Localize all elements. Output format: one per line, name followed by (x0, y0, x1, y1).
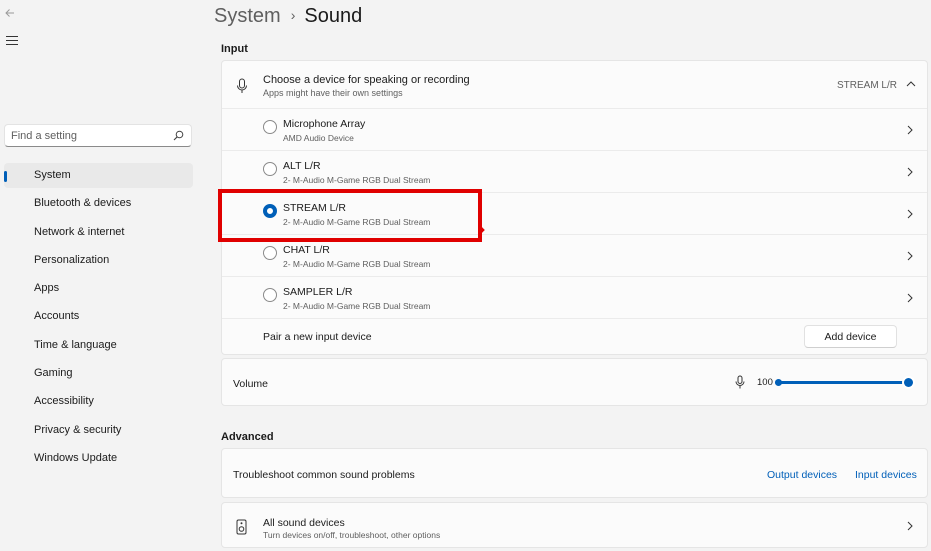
input-device-expander[interactable]: Choose a device for speaking or recordin… (222, 61, 927, 109)
chevron-right-icon[interactable] (907, 251, 913, 261)
input-header-title: Choose a device for speaking or recordin… (263, 74, 470, 86)
chevron-right-icon[interactable] (907, 209, 913, 219)
device-name: CHAT L/R (283, 244, 330, 256)
volume-label: Volume (233, 378, 269, 390)
search-box[interactable] (4, 124, 192, 147)
device-name: ALT L/R (283, 160, 321, 172)
device-description: AMD Audio Device (283, 133, 354, 143)
all-sound-devices-subtitle: Turn devices on/off, troubleshoot, other… (263, 530, 441, 540)
sidebar-item-apps[interactable]: Apps (4, 276, 193, 301)
volume-slider-fill (775, 381, 907, 384)
volume-value: 100 (757, 377, 773, 388)
input-devices-link[interactable]: Input devices (855, 469, 917, 481)
device-name: SAMPLER L/R (283, 286, 353, 298)
input-section-label: Input (221, 43, 248, 55)
sidebar-item-system[interactable]: System (4, 163, 193, 188)
speaker-icon (236, 519, 247, 535)
device-radio[interactable] (263, 288, 277, 302)
device-description: 2- M-Audio M-Game RGB Dual Stream (283, 175, 431, 185)
troubleshoot-label: Troubleshoot common sound problems (233, 469, 415, 481)
chevron-right-icon[interactable] (907, 125, 913, 135)
input-header-subtitle: Apps might have their own settings (263, 88, 403, 98)
sidebar-item-windows-update[interactable]: Windows Update (4, 446, 193, 471)
breadcrumb-separator-icon: › (290, 7, 296, 23)
all-sound-devices-card[interactable]: All sound devices Turn devices on/off, t… (221, 502, 928, 548)
search-icon[interactable] (173, 130, 184, 141)
sidebar-item-network-internet[interactable]: Network & internet (4, 220, 193, 245)
search-input[interactable] (5, 125, 165, 146)
output-devices-link[interactable]: Output devices (767, 469, 837, 481)
sidebar-nav: System Bluetooth & devices Network & int… (4, 163, 193, 474)
troubleshoot-card: Troubleshoot common sound problems Outpu… (221, 448, 928, 498)
device-description: 2- M-Audio M-Game RGB Dual Stream (283, 259, 431, 269)
device-radio[interactable] (263, 246, 277, 260)
input-device-row[interactable]: Microphone Array AMD Audio Device (222, 109, 927, 151)
advanced-section-label: Advanced (221, 431, 274, 443)
chevron-right-icon[interactable] (907, 167, 913, 177)
sidebar-item-gaming[interactable]: Gaming (4, 361, 193, 386)
breadcrumb: System › Sound (214, 2, 362, 31)
device-radio[interactable] (263, 120, 277, 134)
breadcrumb-parent[interactable]: System (214, 5, 281, 27)
chevron-right-icon[interactable] (907, 293, 913, 303)
add-device-button[interactable]: Add device (804, 325, 897, 348)
volume-slider-thumb[interactable] (904, 378, 913, 387)
volume-slider-start (775, 379, 782, 386)
page-title: Sound (304, 5, 363, 27)
sidebar-item-accounts[interactable]: Accounts (4, 304, 193, 329)
all-sound-devices-title: All sound devices (263, 517, 345, 529)
back-arrow-icon[interactable] (4, 6, 16, 20)
sidebar-item-privacy-security[interactable]: Privacy & security (4, 418, 193, 443)
device-radio[interactable] (263, 162, 277, 176)
hamburger-menu-icon[interactable] (6, 36, 18, 46)
microphone-icon (237, 78, 247, 93)
volume-card: Volume 100 (221, 358, 928, 406)
input-device-row[interactable]: SAMPLER L/R 2- M-Audio M-Game RGB Dual S… (222, 277, 927, 319)
highlight-box (218, 189, 482, 242)
sidebar-item-accessibility[interactable]: Accessibility (4, 389, 193, 414)
device-name: Microphone Array (283, 118, 366, 130)
chevron-up-icon[interactable] (906, 80, 916, 88)
pair-input-label: Pair a new input device (263, 331, 372, 343)
sidebar-item-bluetooth-devices[interactable]: Bluetooth & devices (4, 191, 193, 216)
selected-input-device: STREAM L/R (836, 80, 897, 91)
device-description: 2- M-Audio M-Game RGB Dual Stream (283, 301, 431, 311)
input-device-row[interactable]: ALT L/R 2- M-Audio M-Game RGB Dual Strea… (222, 151, 927, 193)
sidebar-item-personalization[interactable]: Personalization (4, 248, 193, 273)
microphone-icon[interactable] (735, 375, 745, 389)
chevron-right-icon[interactable] (907, 521, 913, 531)
volume-slider[interactable] (775, 378, 915, 388)
pair-input-device-row: Pair a new input device Add device (222, 319, 927, 355)
sidebar-item-time-language[interactable]: Time & language (4, 333, 193, 358)
